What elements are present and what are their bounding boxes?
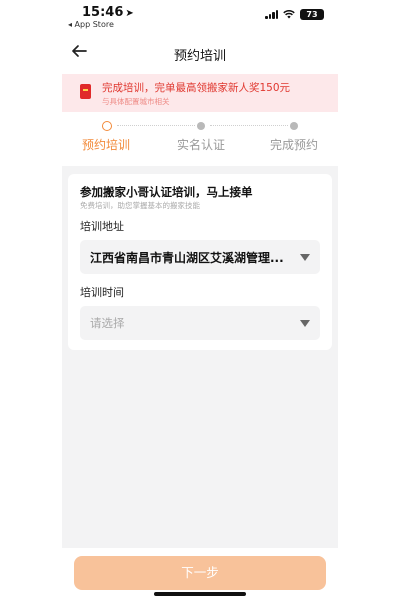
back-to-app-link[interactable]: ◂ App Store [68, 20, 114, 29]
bottom-bar: 下一步 [62, 548, 338, 600]
time-label: 培训时间 [80, 286, 124, 299]
nav-bar: 预约培训 [62, 36, 338, 70]
battery-icon: 73 [300, 8, 324, 20]
step-3-dot [290, 122, 298, 130]
training-form-card: 参加搬家小哥认证培训，马上接单 免费培训，助您掌握基本的搬家技能 培训地址 江西… [68, 174, 332, 350]
red-packet-icon [80, 84, 91, 99]
step-2-dot [197, 122, 205, 130]
address-value: 江西省南昌市青山湖区艾溪湖管理... [90, 251, 284, 265]
time-select[interactable]: 请选择 [80, 306, 320, 340]
address-select[interactable]: 江西省南昌市青山湖区艾溪湖管理... [80, 240, 320, 274]
time-placeholder: 请选择 [90, 316, 125, 330]
caret-down-icon [300, 320, 310, 327]
step-2-label: 实名认证 [177, 138, 226, 152]
phone-screen: 15:46 ➤ ◂ App Store 73 预约培训 完成培训，完单最高领搬家新… [62, 0, 338, 600]
progress-steps: 预约培训 实名认证 完成预约 [62, 114, 338, 162]
page-title: 预约培训 [173, 49, 226, 64]
card-subtitle: 免费培训，助您掌握基本的搬家技能 [80, 201, 200, 210]
promo-banner: 完成培训，完单最高领搬家新人奖150元 与具体配置城市相关 [62, 74, 338, 112]
system-indicators: 73 [265, 8, 324, 20]
cellular-signal-icon [265, 9, 278, 19]
promo-sub-text: 与具体配置城市相关 [102, 97, 170, 106]
card-title: 参加搬家小哥认证培训，马上接单 [80, 185, 253, 199]
status-time: 15:46 ➤ [82, 5, 134, 20]
step-3-label: 完成预约 [270, 138, 319, 152]
status-bar: 15:46 ➤ ◂ App Store 73 [62, 0, 338, 36]
promo-main-text: 完成培训，完单最高领搬家新人奖150元 [102, 82, 291, 94]
step-1-label: 预约培训 [82, 138, 131, 152]
address-label: 培训地址 [80, 220, 124, 233]
home-indicator[interactable] [154, 592, 246, 596]
step-1-dot [102, 121, 112, 131]
caret-down-icon [300, 254, 310, 261]
step-connector [117, 125, 195, 126]
next-step-button[interactable]: 下一步 [74, 556, 326, 590]
wifi-icon [283, 9, 295, 19]
clock-text: 15:46 [82, 5, 124, 20]
location-arrow-icon: ➤ [125, 8, 134, 19]
content-area: 参加搬家小哥认证培训，马上接单 免费培训，助您掌握基本的搬家技能 培训地址 江西… [62, 166, 338, 548]
step-connector [210, 125, 288, 126]
